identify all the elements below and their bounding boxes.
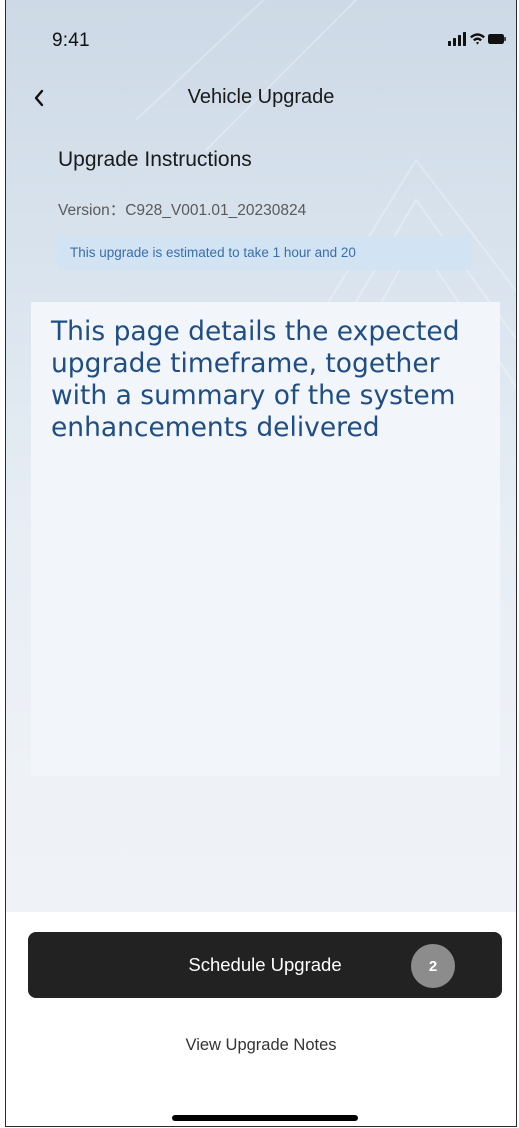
version-label: Version：C928_V001.01_20230824 xyxy=(58,202,307,219)
status-time: 9:41 xyxy=(52,30,90,51)
wifi-icon xyxy=(470,33,485,45)
overlay-description: This page details the expected upgrade t… xyxy=(51,316,460,443)
step-badge: 2 xyxy=(411,944,455,988)
instructions-title: Upgrade Instructions xyxy=(58,148,252,171)
schedule-upgrade-button[interactable]: Schedule Upgrade 2 xyxy=(28,932,502,998)
bottom-action-sheet: Schedule Upgrade 2 View Upgrade Notes xyxy=(6,912,516,1126)
view-upgrade-notes-link[interactable]: View Upgrade Notes xyxy=(6,1036,516,1055)
nav-bar: Vehicle Upgrade xyxy=(6,80,516,120)
description-overlay: This page details the expected upgrade t… xyxy=(31,302,500,776)
status-bar: 9:41 xyxy=(6,0,516,80)
battery-icon xyxy=(488,34,506,44)
status-icons xyxy=(448,31,506,52)
signal-icon xyxy=(448,32,466,46)
home-indicator xyxy=(172,1115,358,1121)
phone-screen: 9:41 Vehicle Upgrade Upgrade Instruction… xyxy=(5,0,517,1127)
estimate-banner: This upgrade is estimated to take 1 hour… xyxy=(58,236,472,270)
page-title: Vehicle Upgrade xyxy=(187,86,335,108)
